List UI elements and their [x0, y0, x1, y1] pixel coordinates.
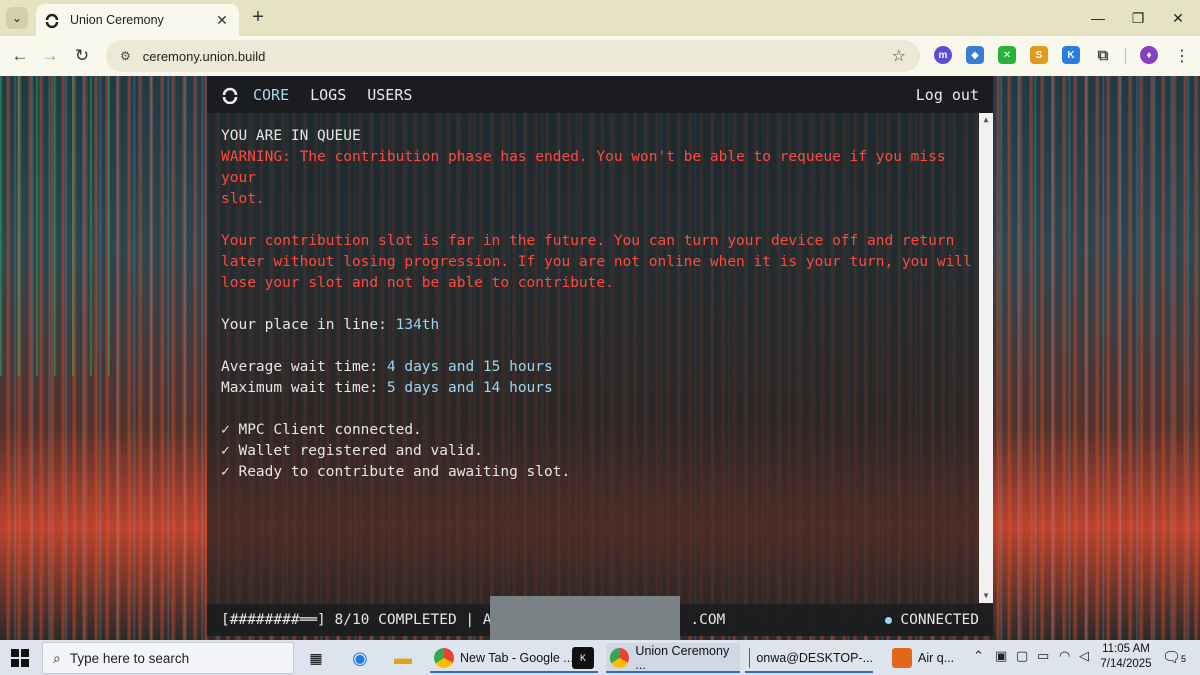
- connection-label: CONNECTED: [900, 612, 979, 628]
- scroll-down-icon[interactable]: ▼: [979, 589, 993, 603]
- tray-camera-icon[interactable]: ▣: [995, 648, 1007, 664]
- search-icon: ⌕: [53, 649, 61, 666]
- tab-search-button[interactable]: ⌄: [6, 7, 28, 29]
- new-tab-button[interactable]: +: [247, 7, 269, 29]
- chrome-icon: [434, 648, 454, 668]
- windows-start-icon[interactable]: [10, 648, 30, 668]
- wifi-icon[interactable]: ◠: [1059, 648, 1070, 664]
- taskbar-app-union-ceremony[interactable]: Union Ceremony ...: [606, 643, 740, 673]
- taskbar-app-terminal[interactable]: onwa@DESKTOP-...: [745, 643, 873, 673]
- site-info-icon[interactable]: ⚙: [120, 49, 131, 63]
- file-explorer-icon[interactable]: ▬: [392, 647, 414, 669]
- terminal-nav: CORE LOGS USERS Log out: [207, 76, 993, 113]
- progress-text: [########══] 8/10 COMPLETED | AR: [221, 612, 501, 628]
- reload-icon[interactable]: ↻: [70, 44, 94, 68]
- tab-title: Union Ceremony: [70, 13, 164, 27]
- info-line-3: lose your slot and not be able to contri…: [221, 275, 614, 291]
- max-value: 5 days and 14 hours: [386, 380, 553, 396]
- union-logo-icon: [45, 13, 59, 28]
- task-view-icon[interactable]: ▦: [305, 647, 327, 669]
- terminal-app-icon: [749, 648, 751, 668]
- place-in-line: Your place in line: 134th: [221, 315, 973, 336]
- union-logo-icon: [222, 87, 238, 104]
- restore-button[interactable]: ❐: [1118, 0, 1158, 36]
- redacted-area: [490, 596, 680, 640]
- max-label: Maximum wait time:: [221, 380, 387, 396]
- url-text[interactable]: ceremony.union.build: [143, 49, 892, 64]
- forward-arrow-icon[interactable]: →: [38, 44, 62, 68]
- avg-value: 4 days and 15 hours: [386, 359, 553, 375]
- app-label: New Tab - Google ...: [460, 651, 574, 665]
- average-wait: Average wait time: 4 days and 15 hours: [221, 357, 973, 378]
- menu-kebab-icon[interactable]: ⋮: [1170, 44, 1194, 68]
- check-wallet: ✓ Wallet registered and valid.: [221, 443, 483, 459]
- connection-status: CONNECTED: [885, 612, 979, 628]
- search-placeholder: Type here to search: [69, 650, 190, 666]
- check-ready: ✓ Ready to contribute and awaiting slot.: [221, 464, 571, 480]
- place-label: Your place in line:: [221, 317, 396, 333]
- terminal-body: YOU ARE IN QUEUE WARNING: The contributi…: [221, 126, 973, 483]
- app-label: Air q...: [918, 651, 955, 665]
- info-line-1: Your contribution slot is far in the fut…: [221, 233, 955, 249]
- taskbar-search[interactable]: ⌕ Type here to search: [42, 642, 294, 674]
- scroll-up-icon[interactable]: ▲: [979, 113, 993, 127]
- minimize-button[interactable]: —: [1078, 0, 1118, 36]
- page-background: CORE LOGS USERS Log out YOU ARE IN QUEUE…: [0, 76, 1200, 640]
- nav-users[interactable]: USERS: [367, 86, 412, 104]
- weather-icon: [892, 648, 912, 668]
- terminal-panel: CORE LOGS USERS Log out YOU ARE IN QUEUE…: [207, 76, 993, 640]
- nav-logs[interactable]: LOGS: [310, 86, 346, 104]
- browser-toolbar: ← → ↻ ⚙ ceremony.union.build ☆ m ◆ ✕ S K…: [0, 36, 1200, 76]
- m-extension-icon[interactable]: m: [934, 46, 952, 64]
- maximum-wait: Maximum wait time: 5 days and 14 hours: [221, 378, 973, 399]
- kzzy-app-icon[interactable]: K: [572, 647, 594, 669]
- taskbar-app-air-quality[interactable]: Air q...: [888, 643, 966, 673]
- chevron-down-icon: ⌄: [11, 11, 23, 25]
- green-extension-icon[interactable]: ✕: [998, 46, 1016, 64]
- close-window-button[interactable]: ✕: [1158, 0, 1198, 36]
- tab-union-ceremony[interactable]: Union Ceremony ✕: [36, 4, 239, 36]
- orange-extension-icon[interactable]: S: [1030, 46, 1048, 64]
- tab-strip: ⌄ Union Ceremony ✕ + — ❐ ✕: [0, 0, 1200, 36]
- taskbar-clock[interactable]: 11:05 AM 7/14/2025: [1100, 642, 1152, 672]
- app-label: onwa@DESKTOP-...: [756, 651, 873, 665]
- puzzle-extension-icon[interactable]: ⧉: [1094, 46, 1112, 64]
- wallet-extension-icon[interactable]: ◆: [966, 46, 984, 64]
- address-bar[interactable]: ⚙ ceremony.union.build ☆: [106, 40, 920, 72]
- tray-display-icon[interactable]: ▢: [1016, 648, 1028, 664]
- clock-date: 7/14/2025: [1100, 658, 1152, 670]
- status-suffix: .COM: [690, 612, 726, 628]
- close-tab-icon[interactable]: ✕: [213, 12, 231, 29]
- clock-time: 11:05 AM: [1102, 643, 1150, 655]
- avg-label: Average wait time:: [221, 359, 387, 375]
- toolbar-divider: [1125, 48, 1126, 64]
- queue-title: YOU ARE IN QUEUE: [221, 128, 361, 144]
- nav-core[interactable]: CORE: [253, 86, 289, 104]
- volume-icon[interactable]: ◁: [1079, 648, 1089, 664]
- k-extension-icon[interactable]: K: [1062, 46, 1080, 64]
- windows-taskbar: ⌕ Type here to search ▦ ◉ ▬ New Tab - Go…: [0, 640, 1200, 675]
- check-mpc-client: ✓ MPC Client connected.: [221, 422, 422, 438]
- battery-icon[interactable]: ▭: [1037, 648, 1049, 664]
- profile-avatar-icon[interactable]: ♦: [1140, 46, 1158, 64]
- status-bar: [########══] 8/10 COMPLETED | AR .COM CO…: [207, 596, 993, 640]
- edge-browser-icon[interactable]: ◉: [349, 647, 371, 669]
- app-label: Union Ceremony ...: [635, 644, 730, 672]
- notification-count: 5: [1181, 654, 1187, 664]
- back-arrow-icon[interactable]: ←: [8, 44, 32, 68]
- bookmark-star-icon[interactable]: ☆: [892, 46, 906, 66]
- place-value: 134th: [395, 317, 440, 333]
- notification-icon[interactable]: 🗨5: [1162, 648, 1186, 666]
- terminal-scrollbar[interactable]: ▲ ▼: [979, 113, 993, 603]
- warning-line-1: WARNING: The contribution phase has ende…: [221, 149, 955, 186]
- logout-button[interactable]: Log out: [916, 86, 979, 104]
- warning-line-2: slot.: [221, 191, 265, 207]
- tray-chevron-up-icon[interactable]: ⌃: [973, 648, 984, 664]
- connection-dot-icon: [885, 616, 893, 624]
- chrome-icon: [610, 648, 630, 668]
- info-line-2: later without losing progression. If you…: [221, 254, 972, 270]
